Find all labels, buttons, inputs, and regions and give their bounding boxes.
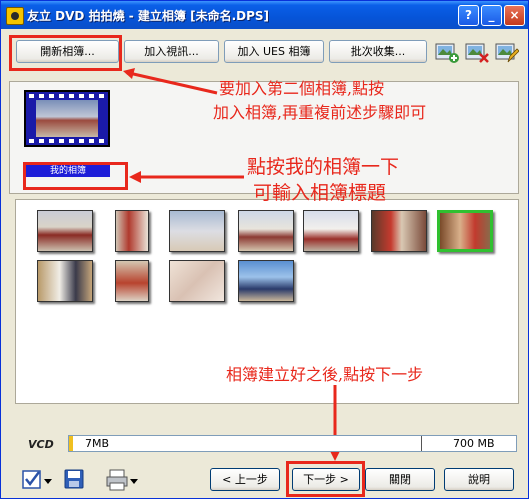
- add-ues-album-button[interactable]: 加入 UES 相簿: [224, 40, 324, 63]
- photo-thumbnail[interactable]: [371, 210, 427, 252]
- photo-thumbnail[interactable]: [115, 260, 149, 302]
- add-video-button[interactable]: 加入視訊...: [124, 40, 219, 63]
- new-album-highlight: [9, 35, 122, 71]
- close-button[interactable]: 關閉: [365, 468, 435, 491]
- arrow-to-new-album: [123, 68, 218, 95]
- remove-photo-icon[interactable]: [465, 40, 489, 64]
- photo-thumbnail[interactable]: [37, 210, 93, 252]
- max-size-label: 700 MB: [453, 437, 495, 450]
- help-button[interactable]: 說明: [444, 468, 514, 491]
- photo-thumbnail[interactable]: [115, 210, 149, 252]
- arrow-to-album-label: [129, 171, 244, 183]
- disc-capacity-bar: 7MB 700 MB: [68, 435, 517, 452]
- app-icon: [6, 7, 24, 25]
- close-window-button[interactable]: ×: [504, 5, 525, 26]
- previous-step-button[interactable]: < 上一步: [210, 468, 280, 491]
- album-label-highlight: [23, 162, 128, 190]
- photo-thumbnail[interactable]: [37, 260, 93, 302]
- save-icon[interactable]: [63, 468, 85, 490]
- next-button-highlight: [286, 461, 365, 497]
- select-all-icon[interactable]: [21, 468, 53, 492]
- edit-photo-icon[interactable]: [495, 40, 519, 64]
- album-cover-photo: [36, 100, 98, 137]
- album-title-instruction-2: 可輸入相簿標題: [253, 182, 387, 204]
- window-title: 友立 DVD 拍拍燒 - 建立相簿 [未命名.DPS]: [27, 9, 270, 23]
- minimize-button[interactable]: _: [481, 5, 502, 26]
- album-thumbnail[interactable]: [24, 90, 110, 147]
- print-icon[interactable]: [105, 468, 139, 492]
- next-step-instruction: 相簿建立好之後,點按下一步: [226, 365, 424, 384]
- capacity-fill: [69, 436, 74, 451]
- used-size-label: 7MB: [85, 437, 110, 450]
- add-photo-icon[interactable]: [435, 40, 459, 64]
- capacity-marker: [421, 436, 422, 451]
- photo-thumbnail-selected[interactable]: [437, 210, 493, 252]
- photo-thumbnail[interactable]: [303, 210, 359, 252]
- album-title-instruction-1: 點按我的相簿一下: [247, 156, 400, 178]
- disc-type-label: VCD: [28, 438, 54, 451]
- title-bar[interactable]: 友立 DVD 拍拍燒 - 建立相簿 [未命名.DPS] ? _ ×: [1, 1, 528, 29]
- photo-thumbnail[interactable]: [238, 210, 294, 252]
- main-window: 友立 DVD 拍拍燒 - 建立相簿 [未命名.DPS] ? _ × 開新相簿..…: [0, 0, 529, 499]
- batch-collect-button[interactable]: 批次收集...: [329, 40, 427, 63]
- photo-thumbnail[interactable]: [169, 260, 225, 302]
- add-album-instruction-1: 要加入第二個相簿,點按: [219, 79, 385, 98]
- photo-thumbnail[interactable]: [238, 260, 294, 302]
- photo-thumbnail[interactable]: [169, 210, 225, 252]
- help-title-button[interactable]: ?: [458, 5, 479, 26]
- add-album-instruction-2: 加入相簿,再重複前述步驟即可: [213, 103, 427, 122]
